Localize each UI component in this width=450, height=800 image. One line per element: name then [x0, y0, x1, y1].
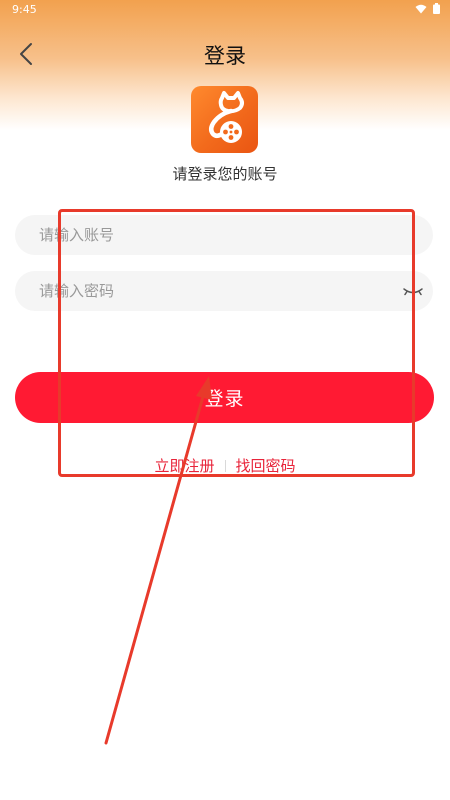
- battery-icon: [433, 3, 440, 14]
- account-input[interactable]: [15, 215, 433, 255]
- password-input[interactable]: [15, 271, 433, 311]
- status-bar: 9:45: [0, 0, 450, 20]
- login-button[interactable]: 登录: [15, 372, 434, 423]
- auth-links: 立即注册 找回密码: [0, 455, 450, 476]
- forgot-password-link[interactable]: 找回密码: [236, 455, 296, 476]
- eye-closed-icon[interactable]: [401, 281, 425, 301]
- cat-film-reel-logo: [209, 91, 244, 143]
- login-subtitle: 请登录您的账号: [172, 165, 278, 183]
- status-icons: [415, 3, 440, 14]
- register-link[interactable]: 立即注册: [154, 455, 214, 476]
- status-time: 9:45: [12, 3, 37, 16]
- page-title: 登录: [204, 44, 246, 68]
- link-divider: [224, 459, 226, 472]
- wifi-icon: [415, 4, 427, 13]
- account-field[interactable]: [15, 215, 433, 255]
- app-logo: [191, 86, 258, 153]
- password-field[interactable]: [15, 271, 433, 311]
